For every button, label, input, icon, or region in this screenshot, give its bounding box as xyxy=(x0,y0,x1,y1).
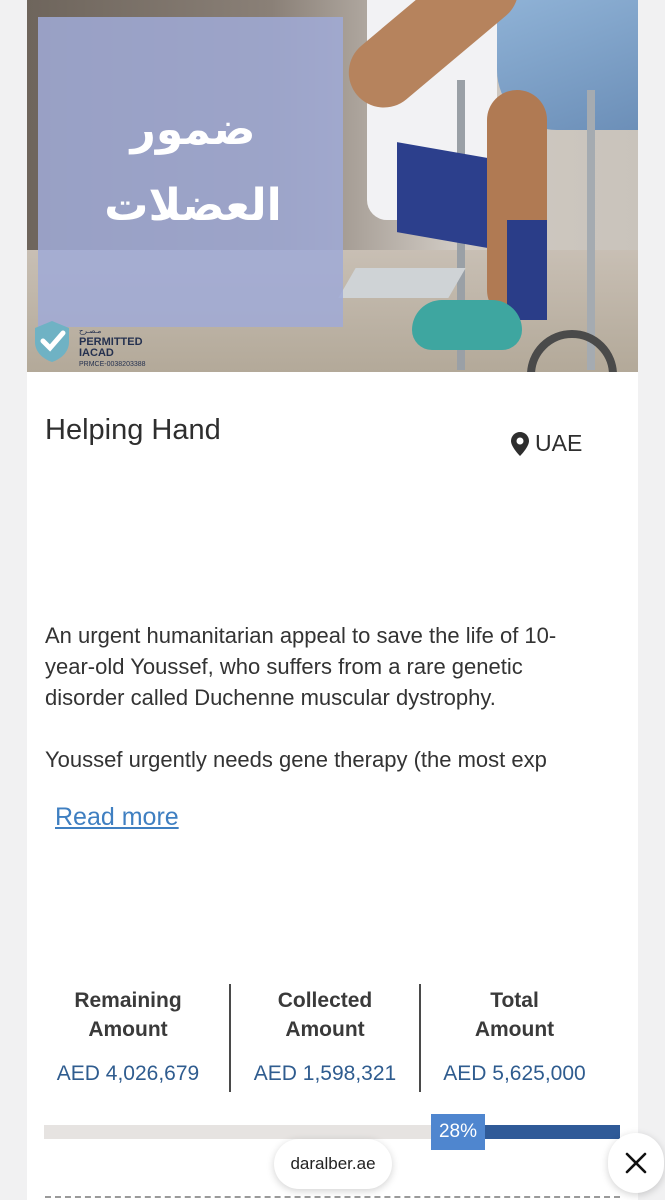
wheelchair-strap xyxy=(397,142,487,248)
campaign-description: An urgent humanitarian appeal to save th… xyxy=(45,620,605,806)
progress-bar: 28% xyxy=(44,1114,620,1150)
permitted-badge: مـصـرح PERMITTED IACAD PRMCE-0038203388 xyxy=(29,318,189,368)
stat-collected-value: AED 1,598,321 xyxy=(253,1062,397,1085)
close-button[interactable] xyxy=(608,1133,664,1193)
browser-url-pill[interactable]: daralber.ae xyxy=(274,1139,392,1189)
wheelchair-footplate xyxy=(338,268,466,298)
location-label: UAE xyxy=(535,430,583,456)
stat-remaining: Remaining Amount AED 4,026,679 xyxy=(27,984,229,1092)
wheelchair-strap xyxy=(507,220,547,320)
read-more-link[interactable]: Read more xyxy=(55,803,179,832)
image-title-arabic: ضمور العضلات xyxy=(104,104,282,231)
description-paragraph: An urgent humanitarian appeal to save th… xyxy=(45,623,557,710)
progress-percent-badge: 28% xyxy=(431,1114,485,1150)
campaign-card: ضمور العضلات مـصـرح PERMITTED IACAD PRMC… xyxy=(27,0,638,1200)
close-icon xyxy=(625,1152,647,1174)
divider xyxy=(45,1196,620,1198)
stat-remaining-label: Remaining Amount xyxy=(74,989,182,1041)
badge-line-4: PRMCE-0038203388 xyxy=(79,361,146,368)
badge-line-3: IACAD xyxy=(79,347,114,359)
stat-total: Total Amount AED 5,625,000 xyxy=(419,984,608,1092)
organization-name: Helping Hand xyxy=(45,414,221,446)
stat-collected-label: Collected Amount xyxy=(277,989,373,1041)
description-paragraph: Youssef urgently needs gene therapy (the… xyxy=(45,747,547,772)
badge-text: مـصـرح PERMITTED IACAD PRMCE-0038203388 xyxy=(79,326,146,370)
stat-total-value: AED 5,625,000 xyxy=(443,1062,586,1085)
location: UAE xyxy=(511,430,582,457)
campaign-image[interactable]: ضمور العضلات مـصـرح PERMITTED IACAD PRMC… xyxy=(27,0,638,372)
wheelchair-frame xyxy=(587,90,595,370)
shield-check-icon xyxy=(35,321,69,362)
map-pin-icon xyxy=(511,431,529,456)
stat-remaining-value: AED 4,026,679 xyxy=(56,1062,200,1085)
donation-stats: Remaining Amount AED 4,026,679 Collected… xyxy=(27,984,638,1092)
stat-collected: Collected Amount AED 1,598,321 xyxy=(229,984,419,1092)
stat-total-label: Total Amount xyxy=(474,989,555,1041)
image-shoe xyxy=(412,300,522,350)
